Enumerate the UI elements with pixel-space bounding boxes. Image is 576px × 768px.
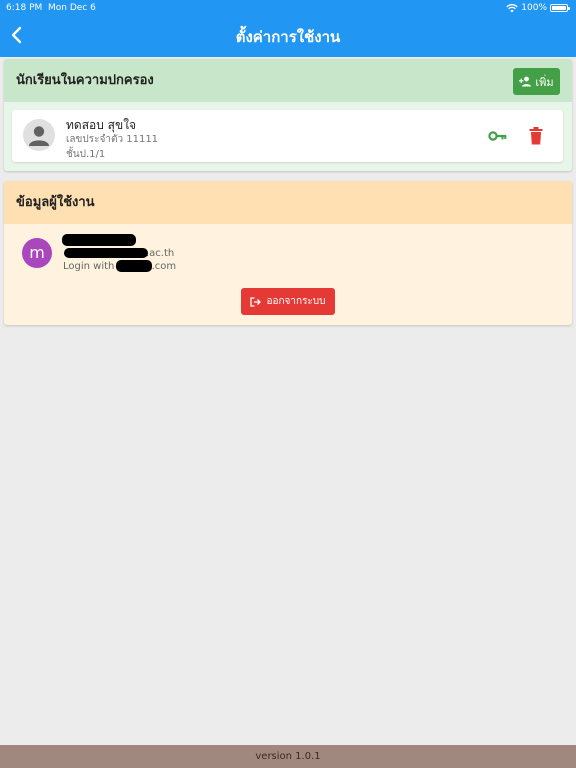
screen: 6:18 PM Mon Dec 6 100% ตั้งค่าการใช้งาน … xyxy=(0,0,576,768)
wifi-icon xyxy=(506,4,518,13)
redacted-email xyxy=(64,248,148,258)
user-login-prefix: Login with xyxy=(63,261,115,272)
redacted-name xyxy=(62,234,136,246)
battery-percent: 100% xyxy=(521,3,547,13)
person-icon xyxy=(29,126,49,146)
user-email-suffix: .ac.th xyxy=(146,248,175,259)
student-list-item[interactable]: ทดสอบ สุขใจ เลขประจำตัว 11111 ชั้นป.1/1 xyxy=(12,110,563,162)
students-title: นักเรียนในความปกครอง xyxy=(16,73,154,88)
user-info-title: ข้อมูลผู้ใช้งาน xyxy=(16,195,95,210)
add-person-icon xyxy=(519,76,532,87)
students-card: นักเรียนในความปกครอง เพิ่ม ทดสอบ สุขใจ เ… xyxy=(4,59,572,171)
redacted-login-domain xyxy=(116,260,152,272)
student-id: เลขประจำตัว 11111 xyxy=(66,134,159,145)
logout-icon xyxy=(250,296,262,307)
user-info-header: ข้อมูลผู้ใช้งาน xyxy=(4,181,572,224)
add-student-button[interactable]: เพิ่ม xyxy=(513,68,560,95)
status-bar: 6:18 PM Mon Dec 6 100% xyxy=(0,0,576,16)
students-header: นักเรียนในความปกครอง เพิ่ม xyxy=(4,59,572,102)
battery-icon xyxy=(550,4,570,12)
version-label: version 1.0.1 xyxy=(255,751,321,762)
status-date: Mon Dec 6 xyxy=(48,3,96,13)
add-student-label: เพิ่ม xyxy=(535,75,554,89)
user-login-suffix: .com xyxy=(151,261,177,272)
status-right: 100% xyxy=(506,0,570,16)
user-avatar: m xyxy=(22,238,52,268)
app-header: 6:18 PM Mon Dec 6 100% ตั้งค่าการใช้งาน xyxy=(0,0,576,57)
student-avatar xyxy=(23,119,55,151)
status-time: 6:18 PM xyxy=(6,3,43,13)
trash-icon[interactable] xyxy=(528,126,544,146)
user-info-card: ข้อมูลผู้ใช้งาน m .ac.th Login with .com… xyxy=(4,181,572,325)
key-icon[interactable] xyxy=(488,127,508,145)
logout-button[interactable]: ออกจากระบบ xyxy=(241,288,335,315)
logout-label: ออกจากระบบ xyxy=(266,296,326,307)
footer: version 1.0.1 xyxy=(0,745,576,768)
student-class: ชั้นป.1/1 xyxy=(66,149,106,160)
page-title: ตั้งค่าการใช้งาน xyxy=(235,28,341,46)
